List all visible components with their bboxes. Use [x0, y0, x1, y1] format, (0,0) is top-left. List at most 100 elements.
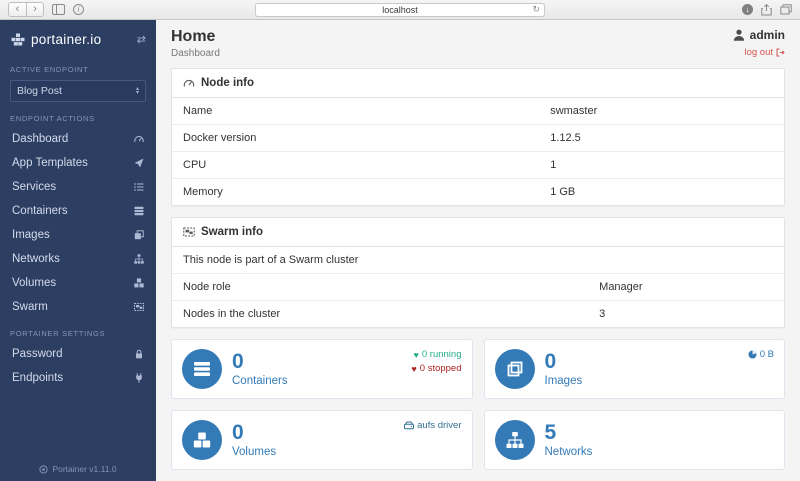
- pie-chart-icon: [748, 350, 757, 359]
- sidebar-item-password[interactable]: Password: [0, 342, 156, 366]
- volumes-label: Volumes: [232, 446, 276, 458]
- tachometer-icon: [134, 134, 144, 144]
- heartbeat-green-icon: ♥: [414, 350, 419, 360]
- sidebar-item-label: Swarm: [12, 301, 48, 313]
- volumes-count: 0: [232, 422, 276, 443]
- volumes-tile[interactable]: 0 Volumes aufs driver: [171, 410, 473, 470]
- sidebar-item-swarm[interactable]: Swarm: [0, 295, 156, 319]
- sidebar-item-images[interactable]: Images: [0, 223, 156, 247]
- running-count: ♥ 0 running: [411, 349, 461, 360]
- images-tile[interactable]: 0 Images 0 B: [484, 339, 786, 399]
- node-info-header: Node info: [172, 69, 784, 98]
- table-row: CPU1: [172, 152, 784, 179]
- reader-info-icon[interactable]: i: [73, 4, 84, 15]
- url-text: localhost: [382, 5, 418, 15]
- swarm-info-panel: Swarm info This node is part of a Swarm …: [171, 217, 785, 328]
- panel-title: Node info: [201, 77, 254, 89]
- list-icon: [134, 182, 144, 192]
- tile-grid: 0 Containers ♥ 0 running ♥ 0 stopped: [171, 339, 785, 470]
- plug-icon: [134, 373, 144, 383]
- nav-buttons: ‹ ›: [8, 2, 44, 17]
- images-icon: [495, 349, 535, 389]
- sidebar-item-label: Password: [12, 348, 63, 360]
- logout-link[interactable]: log out: [744, 47, 785, 58]
- sidebar-item-label: Endpoints: [12, 372, 63, 384]
- endpoint-select[interactable]: Blog Post ▴▾: [10, 80, 146, 102]
- tab-overview-icon[interactable]: [780, 4, 792, 15]
- sidebar-item-label: Services: [12, 181, 56, 193]
- images-label: Images: [545, 375, 583, 387]
- sidebar-item-services[interactable]: Services: [0, 175, 156, 199]
- containers-count: 0: [232, 351, 288, 372]
- sidebar: portainer.io ⇄ ACTIVE ENDPOINT Blog Post…: [0, 20, 156, 481]
- sidebar-item-label: App Templates: [12, 157, 88, 169]
- portainer-logo[interactable]: portainer.io ⇄: [0, 20, 156, 55]
- forward-icon[interactable]: ›: [26, 3, 43, 16]
- logo-text: portainer.io: [31, 32, 101, 47]
- sidebar-item-containers[interactable]: Containers: [0, 199, 156, 223]
- version-footer: Portainer v1.11.0: [0, 464, 156, 474]
- user-icon: [732, 28, 746, 42]
- heartbeat-red-icon: ♥: [411, 364, 416, 374]
- portainer-logo-icon: [10, 33, 26, 47]
- sidebar-item-networks[interactable]: Networks: [0, 247, 156, 271]
- sidebar-toggle-icon[interactable]: [52, 4, 65, 15]
- user-box: admin log out: [732, 28, 785, 60]
- username: admin: [750, 28, 785, 42]
- sidebar-item-volumes[interactable]: Volumes: [0, 271, 156, 295]
- active-endpoint-label: ACTIVE ENDPOINT: [0, 55, 156, 78]
- lock-icon: [134, 349, 144, 359]
- swarm-note: This node is part of a Swarm cluster: [172, 247, 784, 274]
- clone-icon: [134, 230, 144, 240]
- share-icon[interactable]: [761, 4, 772, 16]
- downloads-icon[interactable]: ↓: [742, 4, 753, 15]
- sidebar-item-label: Networks: [12, 253, 60, 265]
- main-content: Home Dashboard admin log out Node info: [156, 20, 800, 481]
- sidebar-item-label: Volumes: [12, 277, 56, 289]
- networks-count: 5: [545, 422, 593, 443]
- containers-label: Containers: [232, 375, 288, 387]
- page-title: Home: [171, 28, 220, 46]
- refresh-icon[interactable]: ↻: [532, 4, 540, 15]
- swarm-info-header: Swarm info: [172, 218, 784, 247]
- hdd-icon: [404, 421, 414, 430]
- object-group-icon: [134, 302, 144, 312]
- breadcrumb: Dashboard: [171, 48, 220, 59]
- server-icon: [134, 206, 144, 216]
- containers-tile[interactable]: 0 Containers ♥ 0 running ♥ 0 stopped: [171, 339, 473, 399]
- node-info-panel: Node info Nameswmaster Docker version1.1…: [171, 68, 785, 206]
- sidebar-item-dashboard[interactable]: Dashboard: [0, 127, 156, 151]
- sidebar-item-endpoints[interactable]: Endpoints: [0, 366, 156, 390]
- object-group-icon: [183, 226, 195, 238]
- panel-title: Swarm info: [201, 226, 263, 238]
- sidebar-item-label: Images: [12, 229, 50, 241]
- sitemap-icon: [134, 254, 144, 264]
- networks-label: Networks: [545, 446, 593, 458]
- cubes-icon: [134, 278, 144, 288]
- table-row: Node roleManager: [172, 274, 784, 301]
- sidebar-collapse-icon[interactable]: ⇄: [137, 33, 146, 46]
- address-bar[interactable]: localhost ↻: [255, 3, 545, 17]
- tachometer-icon: [183, 77, 195, 89]
- volumes-icon: [182, 420, 222, 460]
- portainer-settings-label: PORTAINER SETTINGS: [0, 319, 156, 342]
- table-row: Nameswmaster: [172, 98, 784, 125]
- networks-tile[interactable]: 5 Networks: [484, 410, 786, 470]
- portainer-mark-icon: [39, 465, 48, 474]
- back-icon[interactable]: ‹: [9, 3, 26, 16]
- table-row: Memory1 GB: [172, 179, 784, 206]
- table-row: Nodes in the cluster3: [172, 301, 784, 328]
- images-count: 0: [545, 351, 583, 372]
- volumes-driver: aufs driver: [404, 420, 461, 431]
- table-row: Docker version1.12.5: [172, 125, 784, 152]
- endpoint-select-value: Blog Post: [17, 85, 62, 97]
- rocket-icon: [134, 158, 144, 168]
- images-size: 0 B: [748, 349, 774, 360]
- version-text: Portainer v1.11.0: [52, 464, 116, 474]
- sidebar-item-app-templates[interactable]: App Templates: [0, 151, 156, 175]
- endpoint-actions-label: ENDPOINT ACTIONS: [0, 104, 156, 127]
- settings-menu: Password Endpoints: [0, 342, 156, 390]
- browser-chrome: ‹ › i localhost ↻ ↓: [0, 0, 800, 20]
- containers-icon: [182, 349, 222, 389]
- sidebar-item-label: Containers: [12, 205, 68, 217]
